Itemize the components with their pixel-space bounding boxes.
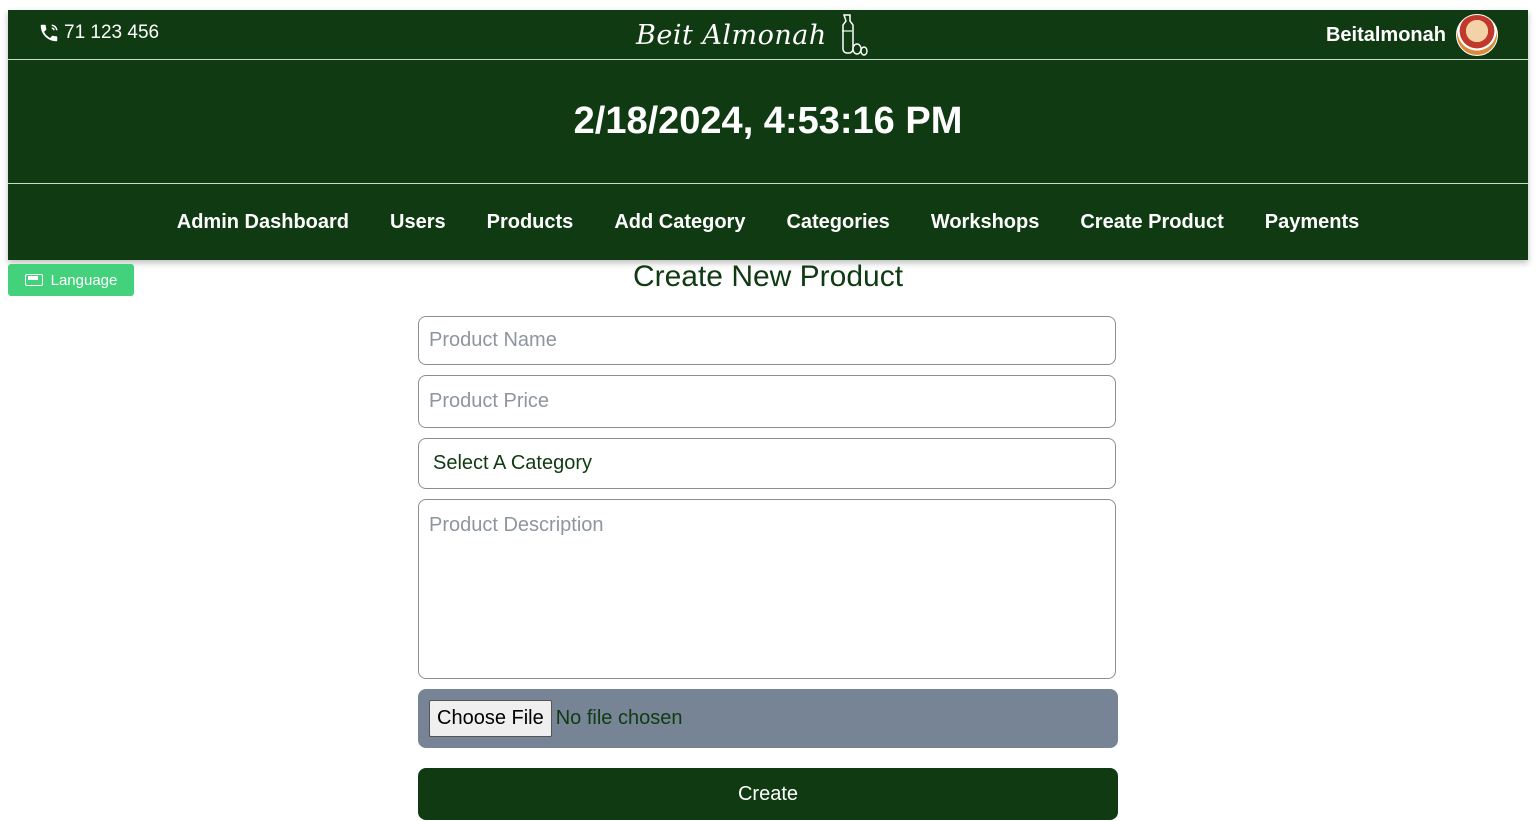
file-status: No file chosen xyxy=(555,707,683,729)
site-logo[interactable]: Beit Almonah xyxy=(636,12,869,58)
category-select[interactable]: Select A Category xyxy=(418,438,1116,489)
current-datetime: 2/18/2024, 4:53:16 PM xyxy=(8,60,1528,184)
logo-text: Beit Almonah xyxy=(636,19,827,51)
username: Beitalmonah xyxy=(1325,23,1446,46)
main-nav: Admin Dashboard Users Products Add Categ… xyxy=(8,184,1528,260)
phone-contact[interactable]: 71 123 456 xyxy=(38,22,159,44)
file-upload: Choose File No file chosen xyxy=(418,689,1118,748)
phone-number: 71 123 456 xyxy=(64,22,160,43)
nav-users[interactable]: Users xyxy=(390,211,446,234)
nav-products[interactable]: Products xyxy=(487,211,574,234)
nav-add-category[interactable]: Add Category xyxy=(614,211,745,234)
product-name-input[interactable] xyxy=(418,316,1116,365)
nav-categories[interactable]: Categories xyxy=(786,211,889,234)
top-bar: 71 123 456 Beit Almonah Beitalmonah xyxy=(8,10,1528,60)
avatar[interactable] xyxy=(1456,14,1498,56)
product-description-input[interactable] xyxy=(418,499,1116,679)
product-price-input[interactable] xyxy=(418,375,1116,428)
user-menu[interactable]: Beitalmonah xyxy=(1326,14,1498,56)
bottle-olive-icon xyxy=(841,14,868,56)
create-button[interactable]: Create xyxy=(418,768,1118,820)
nav-payments[interactable]: Payments xyxy=(1265,211,1360,234)
nav-workshops[interactable]: Workshops xyxy=(931,211,1040,234)
phone-icon xyxy=(40,24,58,42)
choose-file-button[interactable]: Choose File xyxy=(429,700,552,737)
nav-create-product[interactable]: Create Product xyxy=(1080,211,1223,234)
category-select-value: Select A Category xyxy=(433,452,592,474)
nav-admin-dashboard[interactable]: Admin Dashboard xyxy=(177,211,349,234)
page-title: Create New Product xyxy=(632,260,904,293)
site-header: 71 123 456 Beit Almonah Beitalmonah 2/18… xyxy=(8,10,1528,260)
